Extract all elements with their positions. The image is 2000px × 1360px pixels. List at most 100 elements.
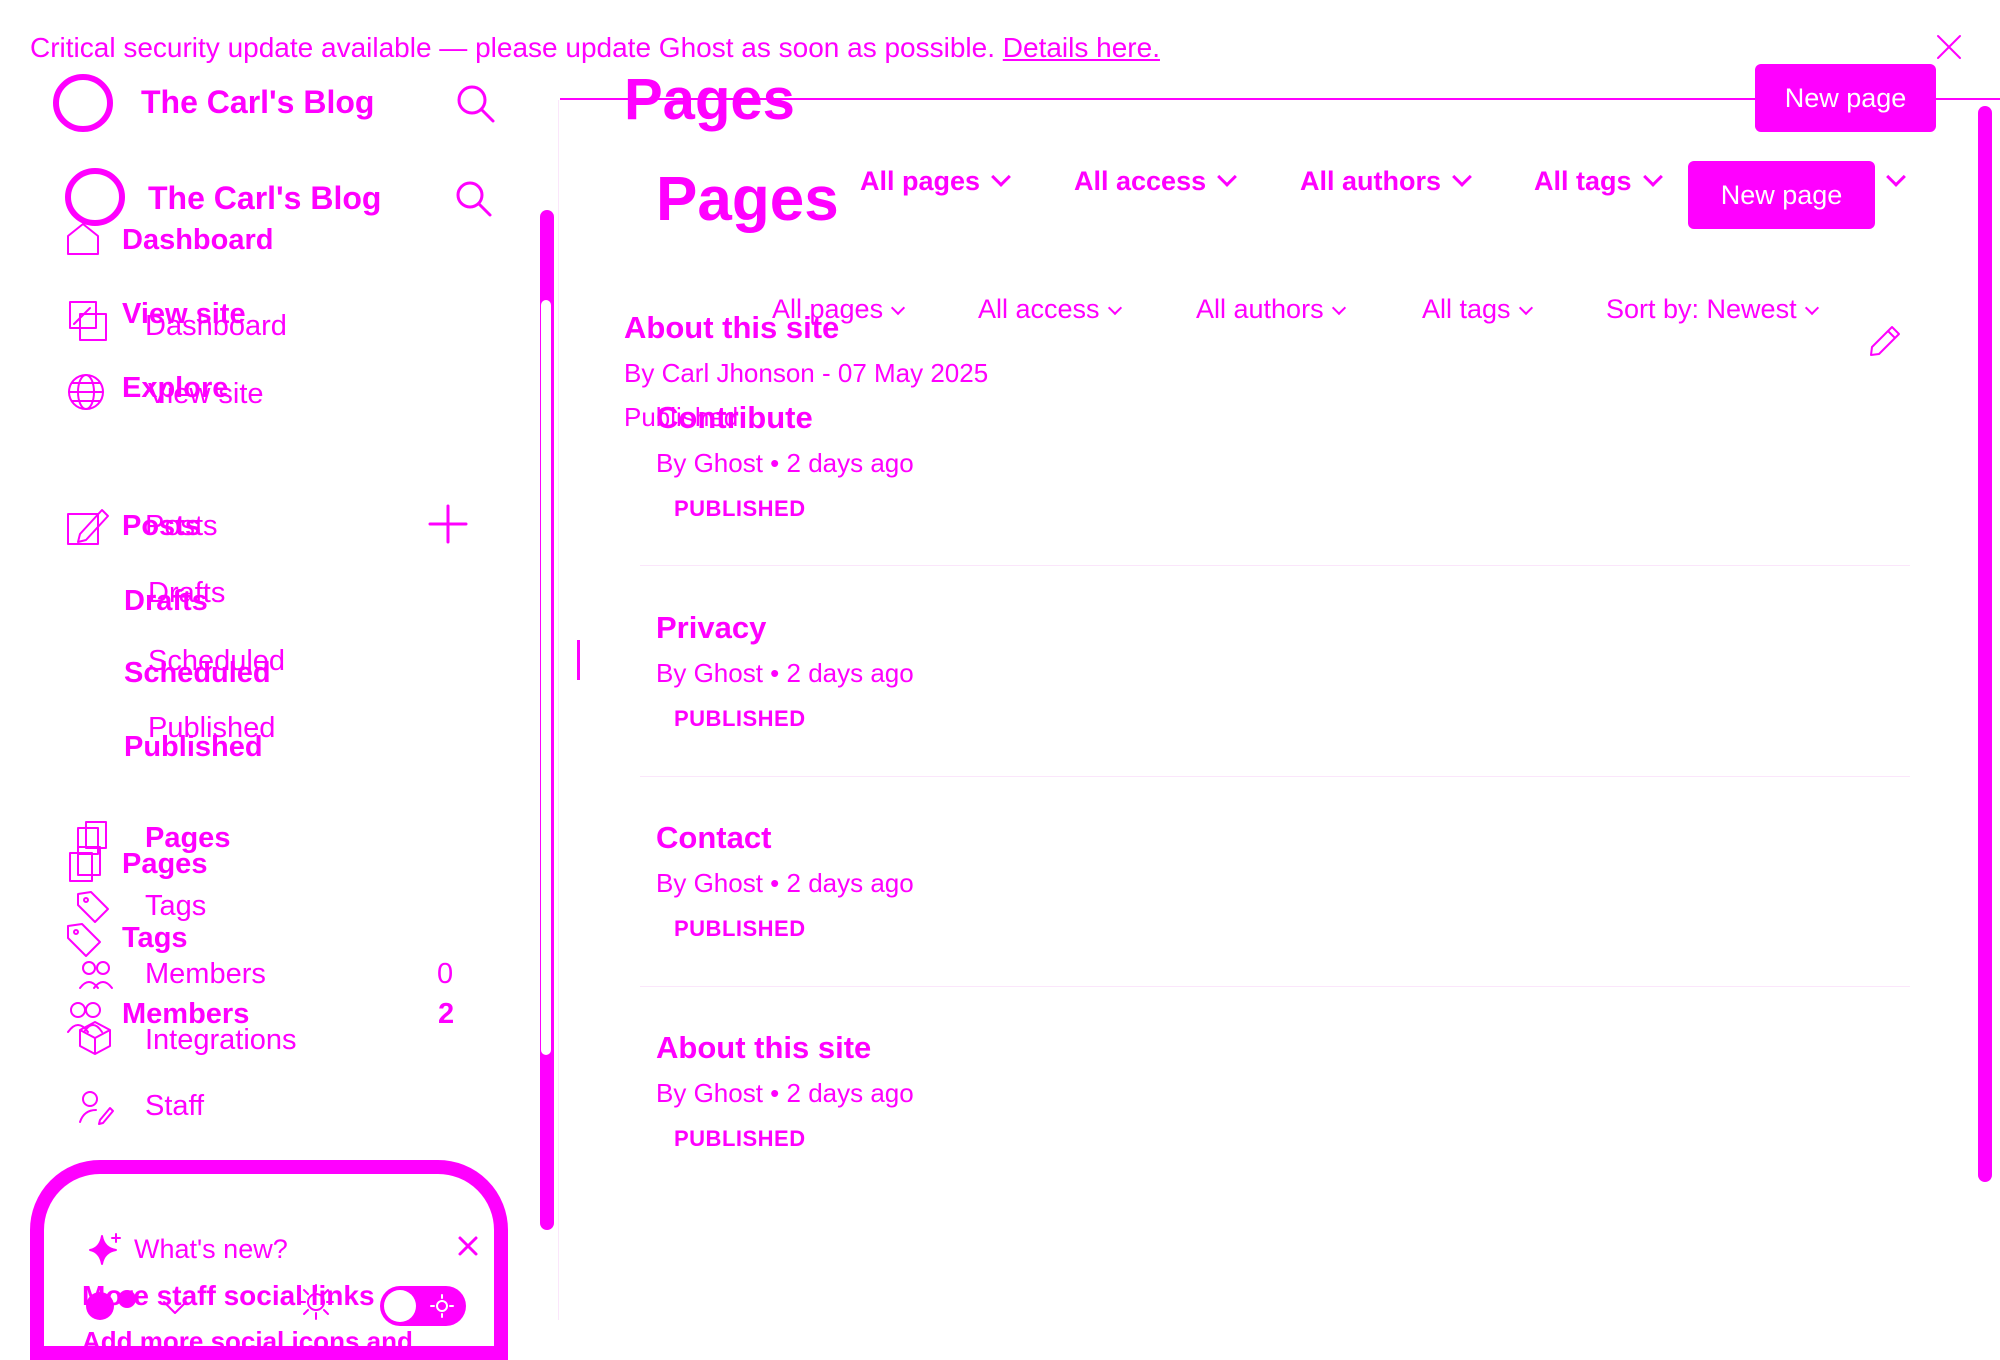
filter-label: All authors (1300, 166, 1442, 196)
update-banner: Critical security update available — ple… (30, 32, 1160, 64)
filter-all-tags-back[interactable]: All tags (1534, 166, 1663, 197)
members-icon (78, 960, 114, 990)
page-title: Pages (656, 165, 839, 234)
author: By Ghost (656, 1078, 763, 1108)
avatar-status-dot (118, 1290, 136, 1308)
new-page-button[interactable]: New page (1688, 161, 1875, 229)
time: 2 days ago (786, 1078, 914, 1108)
banner-message: Critical security update available — ple… (30, 32, 995, 63)
nav-dashboard-back[interactable]: Dashboard (122, 224, 273, 257)
filter-all-authors[interactable]: All authors (1196, 294, 1346, 325)
pages-icon (76, 820, 110, 856)
card-close-icon[interactable] (458, 1236, 478, 1256)
list-item-title[interactable]: About this site (656, 1030, 871, 1066)
banner-details-link[interactable]: Details here. (1003, 32, 1160, 63)
meta-separator: • (770, 1078, 780, 1108)
staff-icon (78, 1090, 114, 1125)
row-divider (640, 565, 1910, 566)
integrations-icon (78, 1020, 112, 1056)
meta-separator: • (770, 448, 780, 478)
avatar[interactable] (86, 1292, 114, 1320)
site-name-back[interactable]: The Carl's Blog (141, 84, 374, 121)
nav-dashboard[interactable]: Dashboard (145, 310, 287, 343)
back-page-meta: By Carl Jhonson - 07 May 2025 (624, 358, 989, 388)
filter-label: All authors (1196, 294, 1324, 324)
tag-icon (76, 890, 110, 924)
author: By Ghost (656, 658, 763, 688)
globe-icon (66, 372, 106, 412)
nav-staff[interactable]: Staff (145, 1090, 204, 1123)
status-badge: PUBLISHED (674, 1126, 806, 1151)
meta-separator: • (770, 658, 780, 688)
banner-close-icon[interactable] (1936, 34, 1962, 60)
filter-label: All access (978, 294, 1100, 324)
toggle-knob (384, 1290, 416, 1322)
meta-separator: • (770, 868, 780, 898)
nav-drafts[interactable]: Drafts (148, 577, 225, 610)
nav-tags[interactable]: Tags (145, 890, 206, 923)
filter-all-tags[interactable]: All tags (1422, 294, 1533, 325)
nav-scheduled[interactable]: Scheduled (148, 645, 285, 678)
resize-handle[interactable] (577, 640, 580, 680)
time: 2 days ago (786, 448, 914, 478)
list-item-meta: By Ghost • 2 days ago (656, 448, 914, 479)
chevron-down-icon[interactable] (162, 1300, 188, 1316)
filter-label: All tags (1422, 294, 1511, 324)
site-name[interactable]: The Carl's Blog (148, 180, 381, 217)
nav-members[interactable]: Members (145, 958, 266, 991)
filter-label: Sort by: Newest (1606, 294, 1797, 324)
view-site-icon (68, 300, 110, 342)
status-badge: PUBLISHED (674, 496, 806, 521)
list-item-title[interactable]: Contribute (656, 400, 813, 436)
author: By Ghost (656, 868, 763, 898)
status-badge: PUBLISHED (674, 706, 806, 731)
sun-icon (430, 1294, 454, 1318)
posts-icon (66, 506, 110, 546)
nav-integrations[interactable]: Integrations (145, 1024, 297, 1057)
whats-new-body: Add more social icons and (82, 1326, 413, 1356)
filter-all-access[interactable]: All access (978, 294, 1122, 325)
time: 2 days ago (786, 868, 914, 898)
nav-posts[interactable]: Posts (145, 510, 218, 543)
filter-all-pages-back[interactable]: All pages (860, 166, 1011, 197)
add-post-icon[interactable] (428, 504, 468, 544)
list-item-title[interactable]: Privacy (656, 610, 766, 646)
whats-new-label: What's new? (134, 1234, 288, 1264)
filter-label: All access (1074, 166, 1207, 196)
gear-icon[interactable] (296, 1282, 336, 1322)
whats-new-card: What's new? More staff social links Add … (30, 1160, 508, 1360)
author: By Ghost (656, 448, 763, 478)
search-icon[interactable] (456, 84, 496, 124)
filter-all-access-back[interactable]: All access (1074, 166, 1238, 197)
members-count-back: 2 (438, 998, 455, 1030)
list-item-meta: By Ghost • 2 days ago (656, 868, 914, 899)
row-divider (640, 776, 1910, 777)
sidebar-divider (558, 100, 559, 1320)
tag-icon (66, 922, 102, 958)
ghost-logo-icon (52, 72, 114, 134)
sparkles-icon (88, 1232, 124, 1268)
list-item-title[interactable]: Contact (656, 820, 771, 856)
pencil-icon[interactable] (1868, 324, 1902, 358)
row-divider (640, 986, 1910, 987)
back-page-title[interactable]: About this site (624, 310, 839, 346)
status-badge: PUBLISHED (674, 916, 806, 941)
filter-label: All pages (860, 166, 981, 196)
nav-tags-back[interactable]: Tags (122, 922, 188, 955)
main-scrollbar[interactable] (1978, 106, 1992, 1182)
sort-by[interactable]: Sort by: Newest (1606, 294, 1819, 325)
sidebar-scrollbar-track (541, 300, 551, 1055)
new-page-button-back[interactable]: New page (1755, 64, 1936, 132)
ghost-logo-icon (64, 166, 126, 228)
nav-view-site[interactable]: View site (148, 378, 264, 411)
nav-pages[interactable]: Pages (145, 822, 230, 855)
members-count: 0 (437, 958, 454, 990)
nav-published[interactable]: Published (148, 712, 275, 745)
theme-toggle[interactable] (380, 1286, 466, 1326)
page-title-back: Pages (624, 67, 795, 132)
list-item-meta: By Ghost • 2 days ago (656, 1078, 914, 1109)
filter-all-authors-back[interactable]: All authors (1300, 166, 1472, 197)
time: 2 days ago (786, 658, 914, 688)
list-item-meta: By Ghost • 2 days ago (656, 658, 914, 689)
search-icon[interactable] (455, 180, 493, 218)
